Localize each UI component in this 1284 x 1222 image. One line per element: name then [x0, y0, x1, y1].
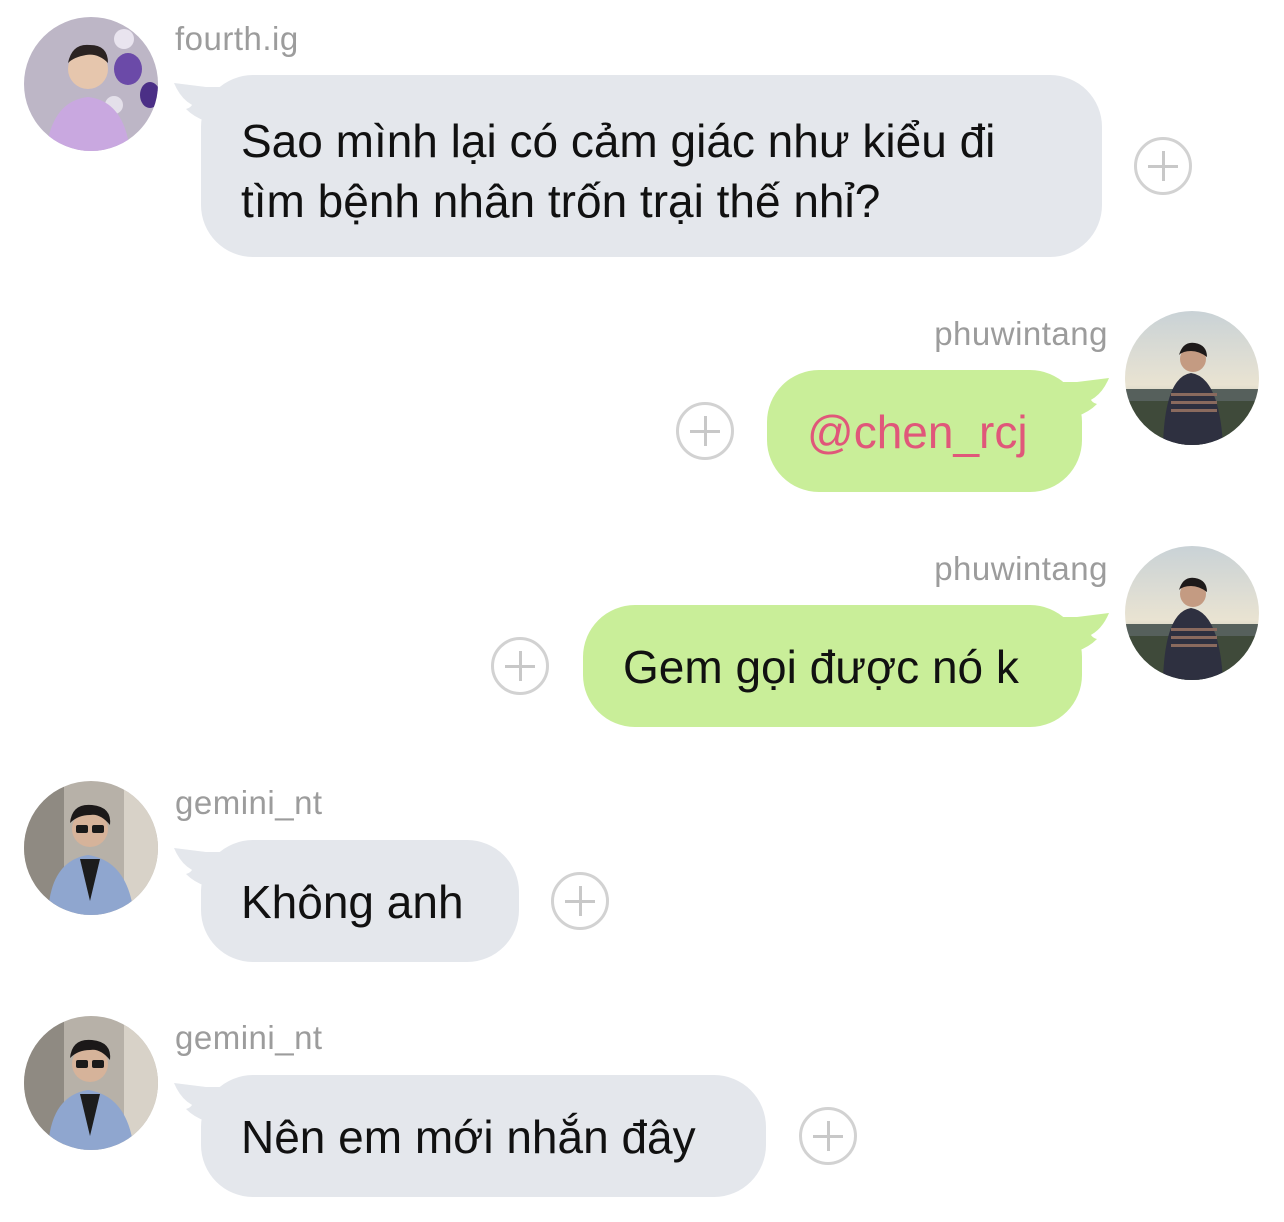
sender-username: gemini_nt	[175, 1019, 323, 1056]
user-avatar[interactable]	[24, 17, 158, 151]
bubble-tail	[174, 1083, 232, 1125]
sender-username: fourth.ig	[175, 20, 299, 57]
message-bubble[interactable]: Nên em mới nhắn đây	[174, 1075, 766, 1197]
message-bubble[interactable]: @chen_rcj	[767, 370, 1109, 492]
message-text: Nên em mới nhắn đây	[241, 1111, 696, 1163]
avatar-gemini-nt-icon	[24, 781, 158, 915]
sender-username: gemini_nt	[175, 784, 323, 821]
message-bubble[interactable]: Gem gọi được nó k	[583, 605, 1109, 727]
user-avatar[interactable]	[1125, 546, 1259, 680]
sender-username: phuwintang	[934, 550, 1108, 587]
sender-username: phuwintang	[934, 315, 1108, 352]
message-text-line: Sao mình lại có cảm giác như kiểu đi	[241, 115, 996, 167]
message-bubble[interactable]: Không anh	[174, 840, 519, 962]
add-reaction-button[interactable]	[551, 872, 609, 930]
user-avatar[interactable]	[24, 1016, 158, 1150]
add-reaction-button[interactable]	[799, 1107, 857, 1165]
message-bubble[interactable]: Sao mình lại có cảm giác như kiểu đi tìm…	[174, 75, 1102, 257]
message-text: Gem gọi được nó k	[623, 641, 1019, 693]
add-reaction-button[interactable]	[1134, 137, 1192, 195]
avatar-fourth-ig-icon	[24, 17, 158, 151]
avatar-gemini-nt-icon	[24, 1016, 158, 1150]
avatar-phuwintang-icon	[1125, 311, 1259, 445]
add-reaction-button[interactable]	[676, 402, 734, 460]
message-text: Không anh	[241, 876, 464, 928]
user-avatar[interactable]	[24, 781, 158, 915]
avatar-phuwintang-icon	[1125, 546, 1259, 680]
bubble-tail	[174, 83, 232, 125]
add-reaction-button[interactable]	[491, 637, 549, 695]
message-text-line: tìm bệnh nhân trốn trại thế nhỉ?	[241, 175, 881, 227]
mention-link[interactable]: @chen_rcj	[807, 402, 1082, 462]
bubble-tail	[174, 848, 232, 890]
user-avatar[interactable]	[1125, 311, 1259, 445]
